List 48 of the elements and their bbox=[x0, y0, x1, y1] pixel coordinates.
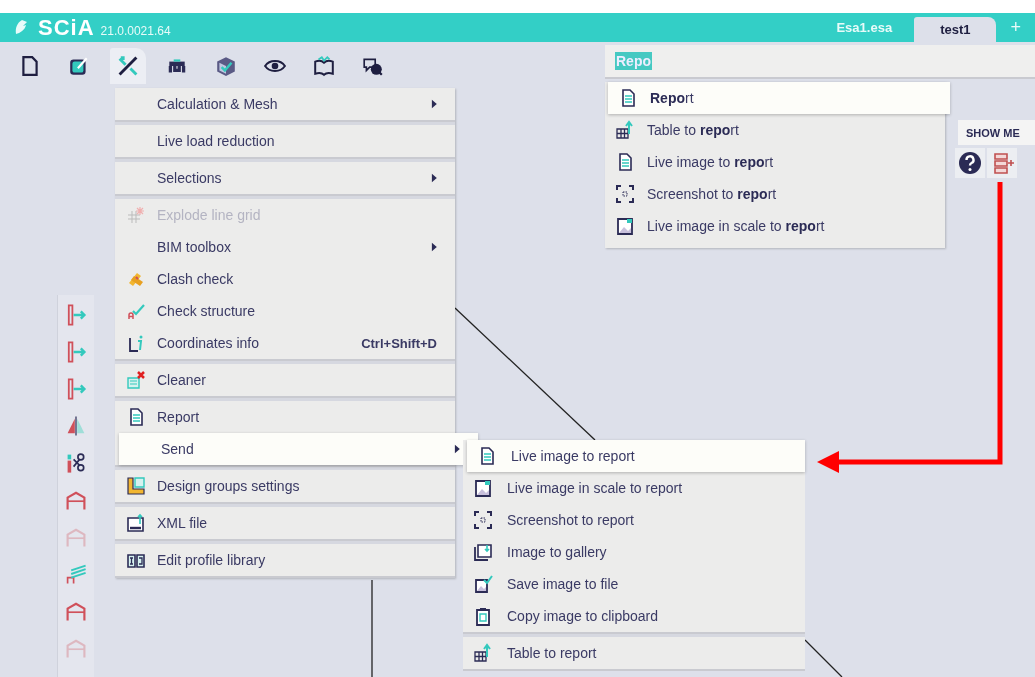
menu-item[interactable]: Edit profile library bbox=[115, 544, 455, 576]
grid-icon bbox=[126, 205, 146, 225]
menu-item[interactable]: Cleaner bbox=[115, 364, 455, 396]
menu-item[interactable]: Screenshot to report bbox=[463, 504, 805, 536]
show-me-button[interactable]: SHOW ME bbox=[958, 120, 1035, 145]
menu-item[interactable]: Live image in scale to report bbox=[463, 472, 805, 504]
search-text: Repo bbox=[615, 52, 652, 70]
menu-item[interactable]: Send bbox=[119, 433, 478, 465]
menu-item[interactable]: Design groups settings bbox=[115, 470, 455, 502]
image-icon bbox=[615, 216, 635, 236]
menu-item[interactable]: Save image to file bbox=[463, 568, 805, 600]
help-icon[interactable] bbox=[955, 148, 985, 178]
menu-item[interactable]: Clash check bbox=[115, 263, 455, 295]
design-groups-icon bbox=[126, 476, 146, 496]
screenshot-icon bbox=[615, 184, 635, 204]
file-tab[interactable]: test1 bbox=[914, 17, 997, 42]
menu-item[interactable]: Coordinates info Ctrl+Shift+D bbox=[115, 327, 455, 359]
image-icon bbox=[473, 478, 493, 498]
search-result[interactable]: Live image to report bbox=[605, 146, 945, 178]
menu-item[interactable]: Selections bbox=[115, 162, 455, 194]
table-icon bbox=[615, 120, 635, 140]
screenshot-icon bbox=[473, 510, 493, 530]
menu-item[interactable]: XML file bbox=[115, 507, 455, 539]
search-result[interactable]: Report bbox=[608, 82, 950, 114]
stack-icon[interactable] bbox=[64, 562, 88, 586]
menu-item[interactable]: Calculation & Mesh bbox=[115, 88, 455, 120]
menu-item[interactable]: Copy image to clipboard bbox=[463, 600, 805, 632]
save-image-icon bbox=[473, 574, 493, 594]
shortcut-text: Ctrl+Shift+D bbox=[361, 335, 437, 351]
search-result[interactable]: Screenshot to report bbox=[605, 178, 945, 210]
app-logo: SCiA bbox=[38, 14, 95, 41]
menu-item[interactable]: Check structure bbox=[115, 295, 455, 327]
cleaner-icon bbox=[126, 370, 146, 390]
clipboard-icon bbox=[473, 606, 493, 626]
menu-item[interactable]: Live load reduction bbox=[115, 125, 455, 157]
gallery-icon bbox=[473, 542, 493, 562]
menu-item[interactable]: BIM toolbox bbox=[115, 231, 455, 263]
menu-item[interactable]: Report bbox=[115, 401, 455, 433]
menu-item[interactable]: Table to report bbox=[463, 637, 805, 669]
search-result[interactable]: Live image in scale to report bbox=[605, 210, 945, 242]
menu-item[interactable]: Image to gallery bbox=[463, 536, 805, 568]
tools-icon[interactable] bbox=[110, 48, 146, 84]
search-result[interactable]: Table to report bbox=[605, 114, 945, 146]
menu-item[interactable]: Live image to report bbox=[467, 440, 805, 472]
version-text: 21.0.0021.64 bbox=[100, 23, 171, 38]
structure-line bbox=[804, 639, 843, 677]
table-icon bbox=[473, 643, 493, 663]
xml-file-icon bbox=[126, 513, 146, 533]
